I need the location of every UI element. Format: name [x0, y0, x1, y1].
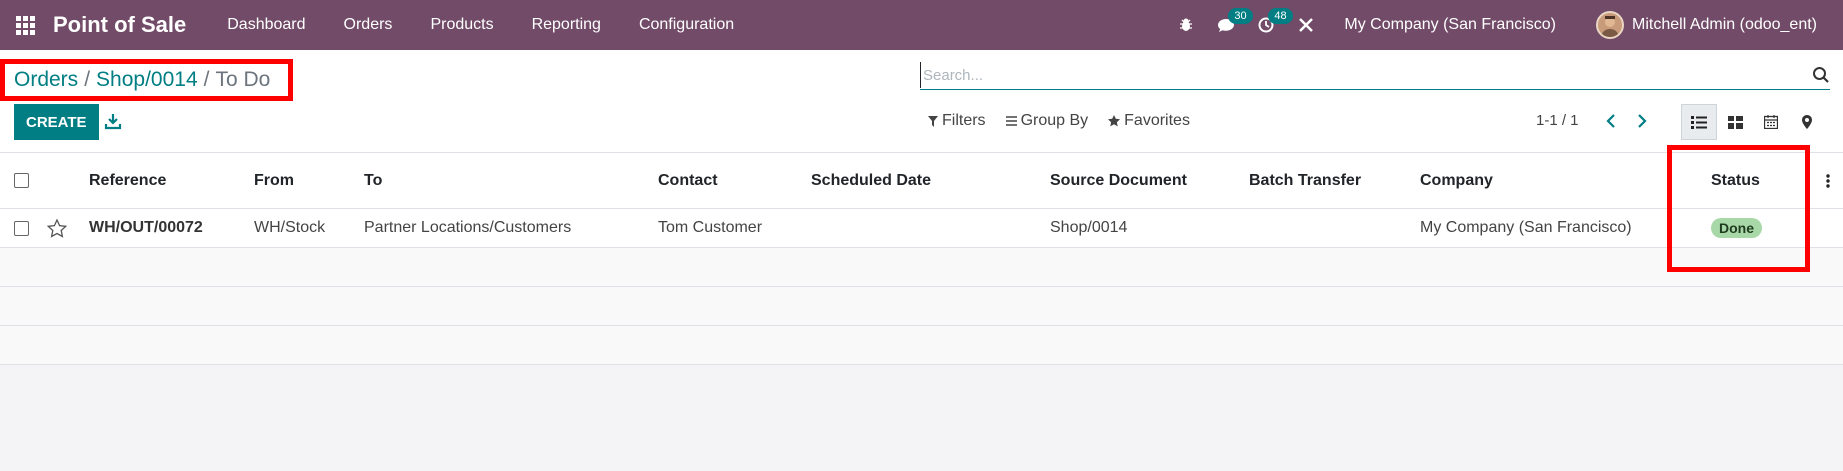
column-header-scheduled-date[interactable]: Scheduled Date: [811, 153, 931, 208]
breadcrumb-orders[interactable]: Orders: [14, 68, 78, 92]
pager-previous-button[interactable]: [1600, 110, 1622, 132]
breadcrumb-shop-order[interactable]: Shop/0014: [96, 68, 198, 92]
top-navbar: Point of Sale Dashboard Orders Products …: [0, 0, 1843, 50]
column-header-company[interactable]: Company: [1420, 153, 1493, 208]
cell-status: Done: [1711, 209, 1762, 247]
table-row[interactable]: WH/OUT/00072 WH/Stock Partner Locations/…: [0, 209, 1843, 248]
filters-menu[interactable]: Filters: [928, 112, 986, 130]
chevron-left-icon: [1606, 114, 1615, 128]
search-bar: [920, 62, 1830, 90]
download-icon[interactable]: [104, 112, 122, 130]
list-icon: [1691, 115, 1707, 129]
app-menu-icon[interactable]: [0, 0, 50, 50]
cell-contact: Tom Customer: [658, 219, 763, 236]
column-header-status[interactable]: Status: [1711, 153, 1760, 208]
user-avatar[interactable]: [1596, 11, 1625, 39]
kanban-icon: [1727, 115, 1743, 129]
kanban-view-button[interactable]: [1717, 104, 1753, 140]
search-options: Filters Group By Favorites: [928, 112, 1210, 130]
empty-row: [0, 248, 1843, 287]
priority-star-icon[interactable]: [47, 209, 67, 247]
cell-to: Partner Locations/Customers: [364, 219, 572, 236]
map-view-button[interactable]: [1789, 104, 1825, 140]
breadcrumb-separator: /: [203, 68, 210, 91]
activities-clock-icon[interactable]: 48: [1246, 0, 1293, 50]
list-view-button[interactable]: [1681, 104, 1717, 140]
menu-configuration[interactable]: Configuration: [620, 16, 753, 34]
tools-icon[interactable]: [1286, 0, 1326, 50]
navbar-systray: 30 48 My Company (San Francisco) Mitchel…: [1166, 0, 1843, 50]
control-panel: Orders / Shop/0014 / To Do CREATE Filter…: [0, 50, 1843, 152]
search-input[interactable]: [920, 62, 1800, 88]
pager-next-button[interactable]: [1631, 110, 1653, 132]
company-switcher[interactable]: My Company (San Francisco): [1344, 16, 1556, 34]
map-marker-icon: [1802, 115, 1812, 129]
chevron-right-icon: [1638, 114, 1647, 128]
messages-icon[interactable]: 30: [1206, 0, 1253, 50]
favorites-label: Favorites: [1124, 112, 1190, 129]
filter-icon: [928, 115, 938, 127]
optional-columns-kebab-icon[interactable]: [1826, 153, 1830, 208]
pager-value[interactable]: 1-1 / 1: [1536, 112, 1579, 129]
debug-bug-icon[interactable]: [1166, 0, 1206, 50]
star-icon: [1108, 115, 1121, 127]
user-menu[interactable]: Mitchell Admin (odoo_ent): [1632, 16, 1817, 34]
groupby-label: Group By: [1020, 112, 1089, 129]
filters-label: Filters: [942, 112, 986, 129]
cell-reference: WH/OUT/00072: [89, 219, 203, 236]
groupby-menu[interactable]: Group By: [1005, 112, 1089, 130]
row-checkbox[interactable]: [14, 209, 29, 247]
create-button[interactable]: CREATE: [14, 104, 99, 140]
breadcrumb: Orders / Shop/0014 / To Do: [0, 59, 293, 101]
column-header-from[interactable]: From: [254, 153, 294, 208]
empty-row: [0, 287, 1843, 326]
menu-products[interactable]: Products: [411, 16, 512, 34]
cell-from: WH/Stock: [254, 219, 326, 236]
groupby-bars-icon: [1005, 116, 1017, 126]
column-header-contact[interactable]: Contact: [658, 153, 718, 208]
list-table: Reference From To Contact Scheduled Date…: [0, 152, 1843, 365]
cell-company: My Company (San Francisco): [1420, 219, 1632, 236]
calendar-view-button[interactable]: [1753, 104, 1789, 140]
breadcrumb-current: To Do: [215, 68, 271, 91]
app-title[interactable]: Point of Sale: [53, 12, 186, 38]
menu-dashboard[interactable]: Dashboard: [208, 16, 324, 34]
breadcrumb-separator: /: [84, 68, 91, 91]
menu-orders[interactable]: Orders: [325, 16, 412, 34]
column-header-source-document[interactable]: Source Document: [1050, 153, 1187, 208]
column-header-batch-transfer[interactable]: Batch Transfer: [1249, 153, 1361, 208]
column-header-to[interactable]: To: [364, 153, 382, 208]
favorites-menu[interactable]: Favorites: [1108, 112, 1190, 130]
menu-reporting[interactable]: Reporting: [513, 16, 620, 34]
status-badge: Done: [1711, 218, 1762, 238]
cell-source-document: Shop/0014: [1050, 219, 1128, 236]
calendar-icon: [1764, 115, 1778, 129]
select-all-checkbox[interactable]: [14, 153, 29, 208]
column-header-reference[interactable]: Reference: [89, 153, 166, 208]
search-icon[interactable]: [1812, 66, 1830, 84]
empty-row: [0, 326, 1843, 365]
table-header: Reference From To Contact Scheduled Date…: [0, 152, 1843, 209]
